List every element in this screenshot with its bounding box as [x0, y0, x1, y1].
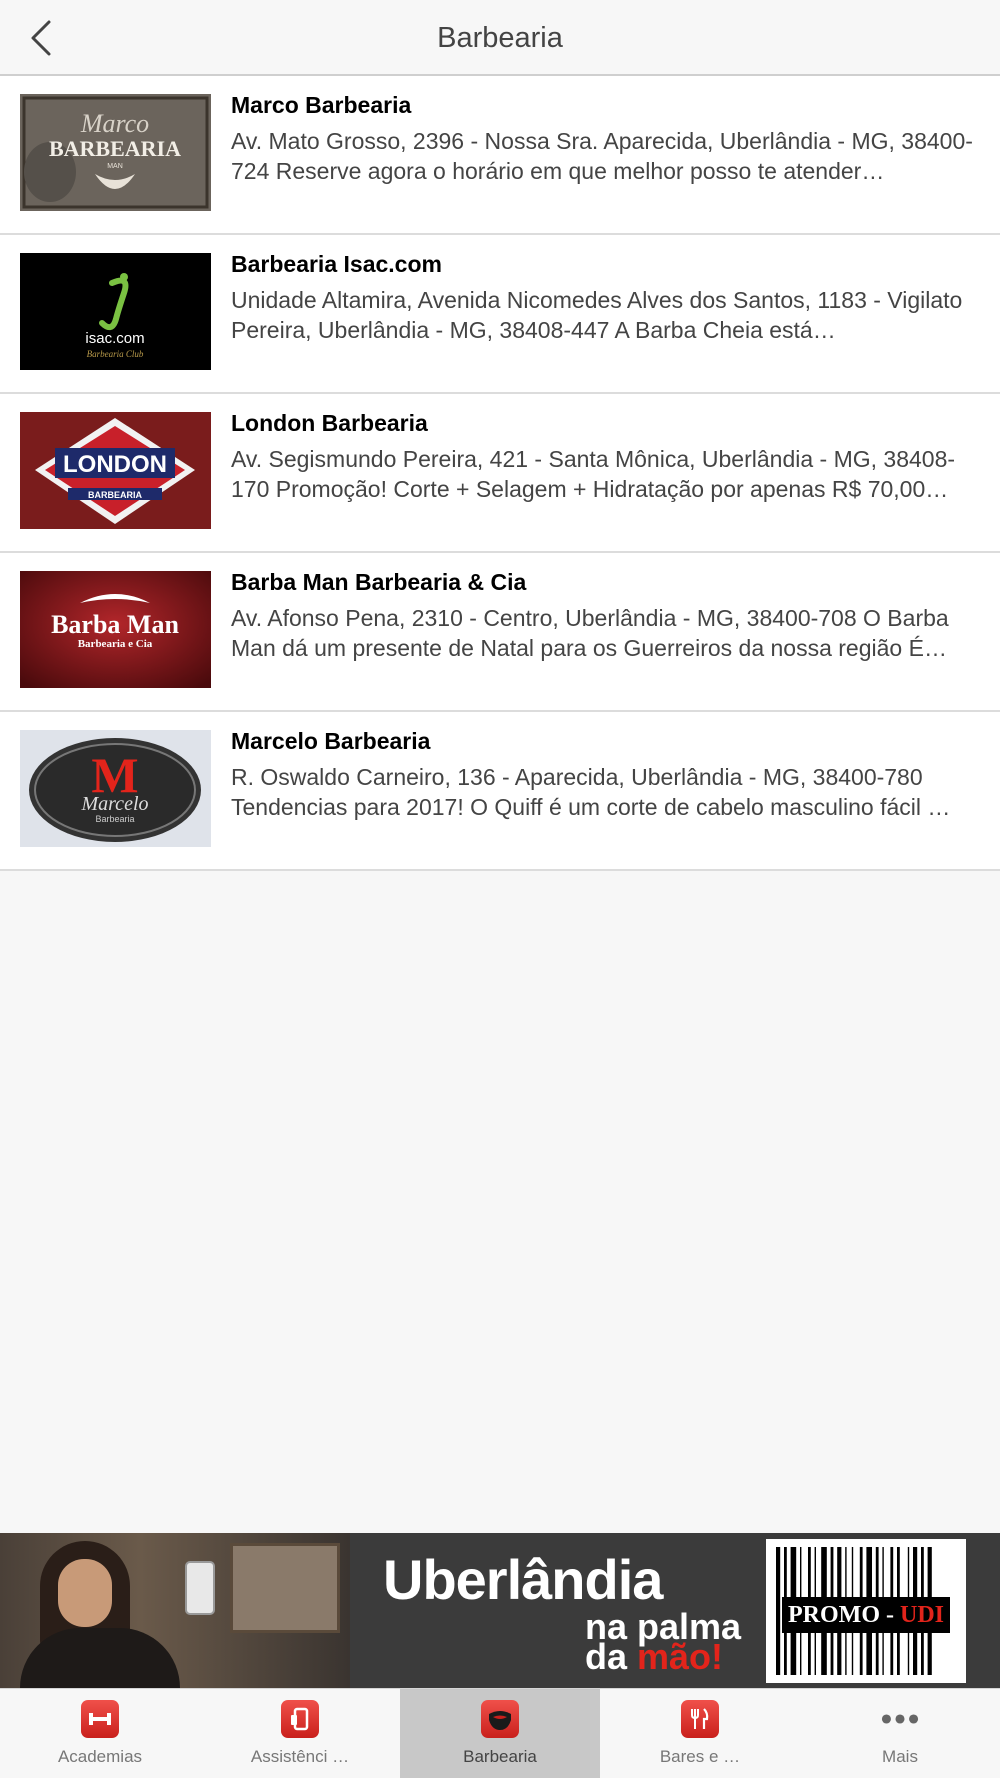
- item-description: Av. Afonso Pena, 2310 - Centro, Uberlând…: [231, 605, 949, 661]
- svg-text:Barbearia Club: Barbearia Club: [87, 349, 144, 359]
- svg-text:MAN: MAN: [107, 163, 123, 170]
- banner-photo: [0, 1533, 350, 1688]
- phone-repair-icon: [281, 1700, 319, 1738]
- tab-label: Bares e …: [659, 1747, 741, 1766]
- tab-assistencia[interactable]: Assistênci …: [200, 1689, 400, 1778]
- svg-text:isac.com: isac.com: [85, 330, 144, 347]
- svg-text:Barba Man: Barba Man: [51, 610, 179, 639]
- barbershop-list: Marco BARBEARIA MAN Marco Barbearia Av. …: [0, 76, 1000, 871]
- promo-banner[interactable]: Uberlândia na palma da mão! PROMO - UDI: [0, 1533, 1000, 1688]
- item-description: R. Oswaldo Carneiro, 136 - Aparecida, Ub…: [231, 764, 951, 820]
- mustache-icon: [481, 1700, 519, 1738]
- item-title: Marcelo Barbearia: [231, 728, 431, 754]
- tab-label: Assistênci …: [250, 1747, 350, 1766]
- tab-label: Barbearia: [463, 1747, 537, 1766]
- promo-label: PROMO - UDI: [782, 1597, 950, 1633]
- svg-text:Barbearia e Cia: Barbearia e Cia: [78, 638, 153, 650]
- tab-mais[interactable]: Mais: [800, 1689, 1000, 1778]
- svg-text:LONDON: LONDON: [63, 451, 167, 478]
- tab-barbearia[interactable]: Barbearia: [400, 1689, 600, 1778]
- svg-text:Marco: Marco: [80, 109, 149, 138]
- tab-academias[interactable]: Academias: [0, 1689, 200, 1778]
- item-title: Barba Man Barbearia & Cia: [231, 569, 527, 595]
- item-title: London Barbearia: [231, 410, 428, 436]
- marcelo-barbearia-logo: M Marcelo Barbearia: [20, 730, 211, 847]
- dumbbell-icon: [81, 1700, 119, 1738]
- page-title: Barbearia: [437, 22, 563, 54]
- tab-label: Academias: [57, 1747, 143, 1766]
- fork-knife-icon: [681, 1700, 719, 1738]
- marco-barbearia-logo: Marco BARBEARIA MAN: [20, 94, 211, 211]
- svg-text:Barbearia: Barbearia: [95, 814, 134, 824]
- london-barbearia-logo: LONDON BARBEARIA: [20, 412, 211, 529]
- item-description: Av. Segismundo Pereira, 421 - Santa Môni…: [231, 446, 956, 502]
- banner-tagline-2: da mão!: [585, 1636, 724, 1677]
- item-title: Barbearia Isac.com: [231, 251, 442, 277]
- banner-city: Uberlândia: [383, 1548, 663, 1611]
- list-item[interactable]: Barba Man Barbearia e Cia Barba Man Barb…: [0, 553, 1000, 712]
- tab-bar: Academias Assistênci … Barbearia Bares e…: [0, 1688, 1000, 1778]
- more-dots-icon: [881, 1700, 919, 1738]
- item-title: Marco Barbearia: [231, 92, 412, 118]
- list-item[interactable]: M Marcelo Barbearia Marcelo Barbearia R.…: [0, 712, 1000, 871]
- barba-man-logo: Barba Man Barbearia e Cia: [20, 571, 211, 688]
- item-description: Unidade Altamira, Avenida Nicomedes Alve…: [231, 287, 963, 343]
- list-item[interactable]: LONDON BARBEARIA London Barbearia Av. Se…: [0, 394, 1000, 553]
- nav-header: Barbearia: [0, 0, 1000, 76]
- tab-label: Mais: [882, 1747, 918, 1766]
- svg-text:BARBEARIA: BARBEARIA: [88, 490, 143, 500]
- svg-text:Marcelo: Marcelo: [80, 793, 148, 815]
- tab-bares[interactable]: Bares e …: [600, 1689, 800, 1778]
- list-item[interactable]: Marco BARBEARIA MAN Marco Barbearia Av. …: [0, 76, 1000, 235]
- svg-text:BARBEARIA: BARBEARIA: [49, 136, 181, 161]
- smartphone-icon: [185, 1561, 215, 1615]
- isac-barbearia-logo: isac.com Barbearia Club: [20, 253, 211, 370]
- list-item[interactable]: isac.com Barbearia Club Barbearia Isac.c…: [0, 235, 1000, 394]
- item-description: Av. Mato Grosso, 2396 - Nossa Sra. Apare…: [231, 128, 973, 184]
- barcode-graphic: PROMO - UDI: [766, 1539, 966, 1683]
